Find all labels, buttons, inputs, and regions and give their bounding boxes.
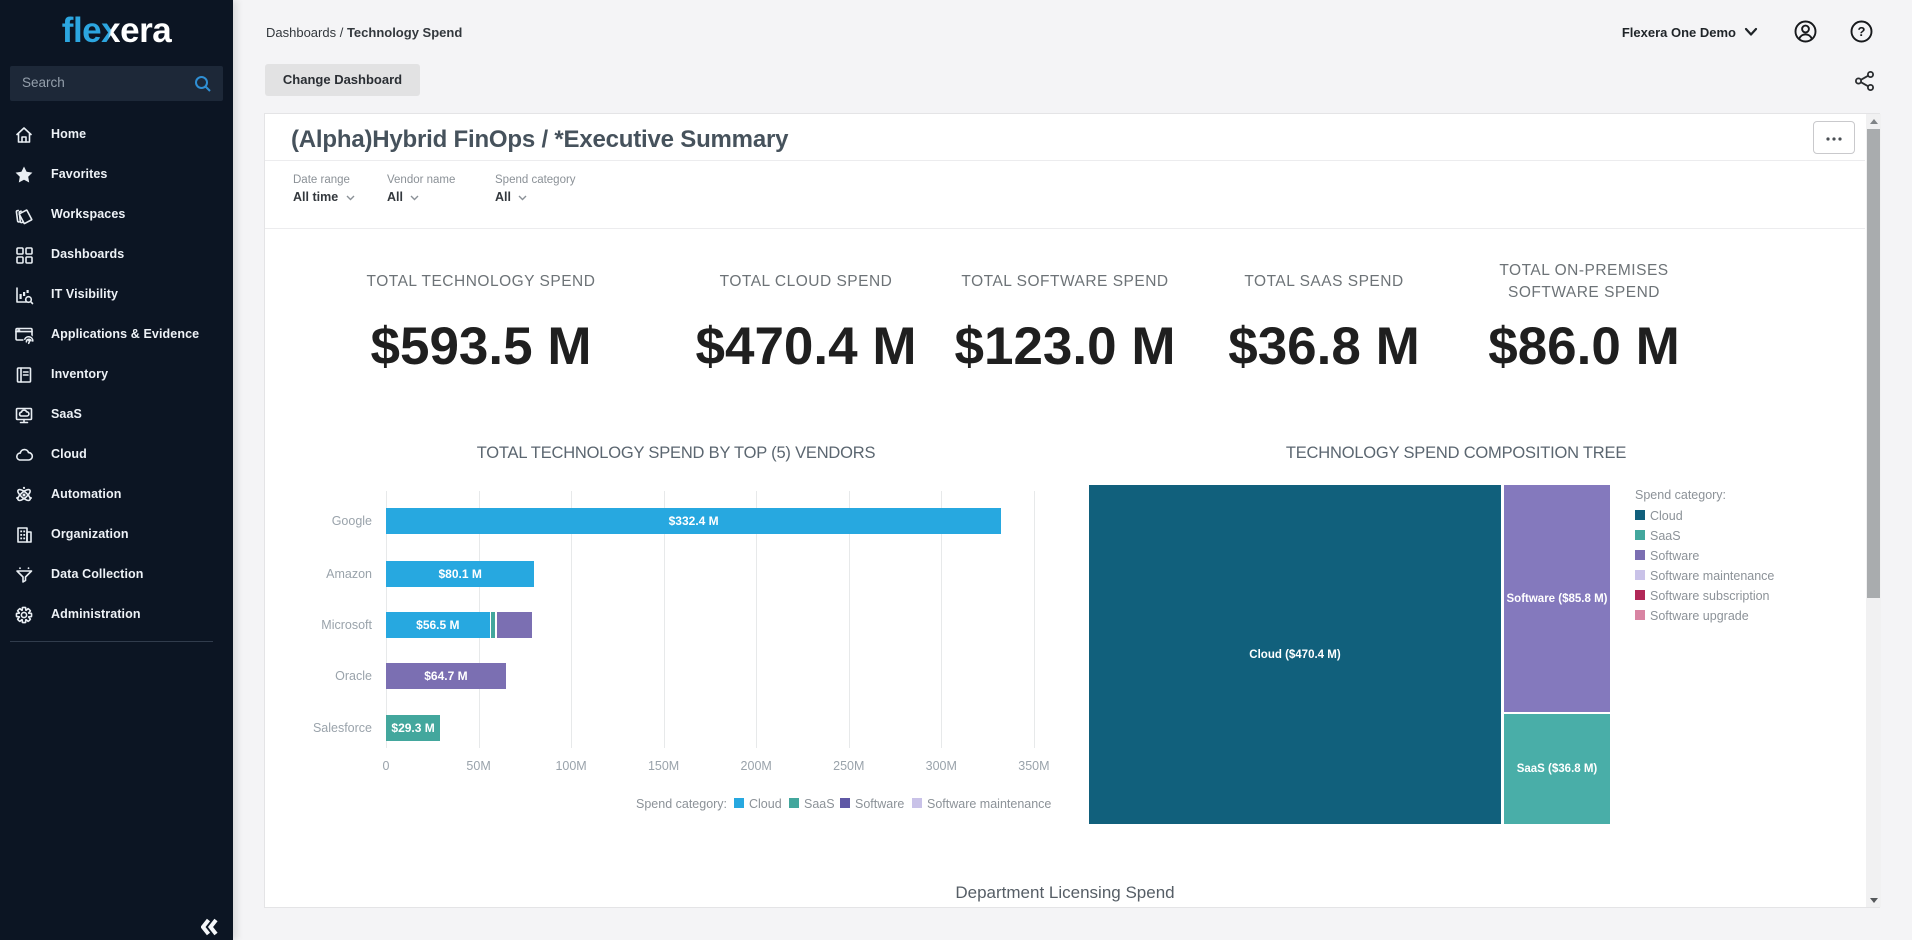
svg-text:?: ? <box>1858 24 1866 39</box>
